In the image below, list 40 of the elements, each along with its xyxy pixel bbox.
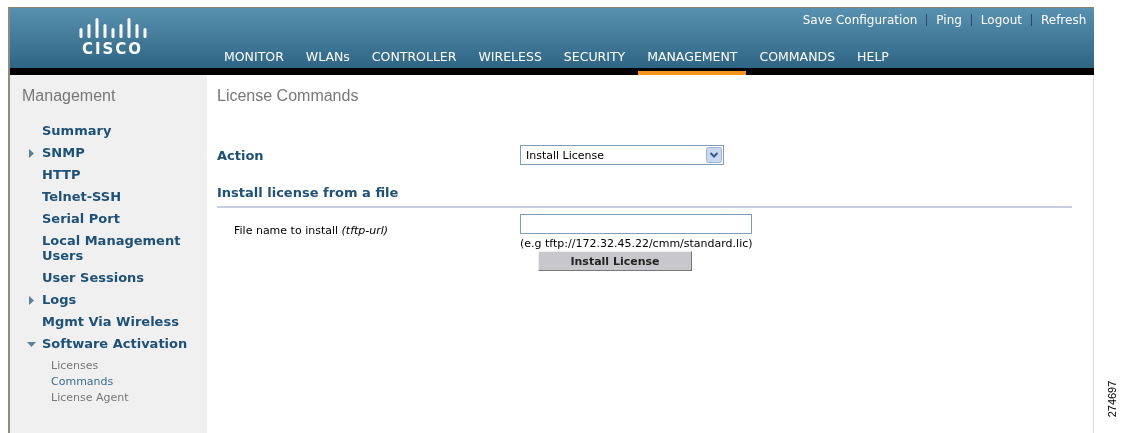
- triangle-right-icon[interactable]: [27, 149, 36, 158]
- sidebar-item[interactable]: Serial Port: [42, 211, 192, 226]
- nav-tab[interactable]: WLANs: [296, 48, 359, 75]
- sidebar-item[interactable]: Logs: [42, 292, 192, 307]
- header-link[interactable]: Logout: [980, 13, 1022, 27]
- sidebar-title: Management: [22, 87, 117, 105]
- nav-tab[interactable]: MONITOR: [215, 48, 293, 75]
- nav-tab[interactable]: MANAGEMENT: [638, 48, 747, 75]
- triangle-right-icon[interactable]: [27, 296, 36, 305]
- sidebar-item[interactable]: Summary: [42, 123, 192, 138]
- sidebar-item[interactable]: Local Management Users: [42, 233, 192, 263]
- nav-tab[interactable]: SECURITY: [554, 48, 635, 75]
- sidebar-item[interactable]: Software Activation: [42, 336, 192, 351]
- sidebar-item[interactable]: SNMP: [42, 145, 192, 160]
- nav-tab[interactable]: HELP: [848, 48, 898, 75]
- logo-text: CISCO: [81, 40, 144, 58]
- field-label: File name to install (tftp-url): [233, 223, 389, 237]
- field-label: Action: [217, 147, 264, 163]
- sidebar-item[interactable]: Telnet-SSH: [42, 189, 192, 204]
- nav-tab[interactable]: COMMANDS: [750, 48, 845, 75]
- cisco-bars-icon: [78, 16, 147, 38]
- header-link[interactable]: Refresh: [1040, 13, 1087, 27]
- header-link[interactable]: Save Configuration: [802, 13, 918, 27]
- section-heading: Install license from a file: [217, 185, 1072, 208]
- sidebar-item[interactable]: Mgmt Via Wireless: [42, 314, 192, 329]
- nav-tab[interactable]: WIRELESS: [469, 48, 551, 75]
- sidebar-item[interactable]: User Sessions: [42, 270, 192, 285]
- nav-tab[interactable]: CONTROLLER: [362, 48, 466, 75]
- action-dropdown[interactable]: Install License: [520, 145, 724, 165]
- figure-number: 274697: [1106, 380, 1119, 418]
- hint-text: (e.g tftp://172.32.45.22/cmm/standard.lic): [520, 237, 753, 250]
- header-link[interactable]: Ping: [936, 13, 962, 27]
- file-name-field[interactable]: [520, 214, 752, 234]
- triangle-down-icon[interactable]: [27, 340, 36, 349]
- sidebar-item[interactable]: HTTP: [42, 167, 192, 182]
- page-title: License Commands: [217, 87, 360, 105]
- sidebar-subitem[interactable]: Commands: [51, 374, 114, 390]
- sidebar-subitem[interactable]: License Agent: [51, 390, 129, 406]
- sidebar-subitem[interactable]: Licenses: [51, 358, 99, 374]
- install-button[interactable]: Install License: [538, 251, 692, 271]
